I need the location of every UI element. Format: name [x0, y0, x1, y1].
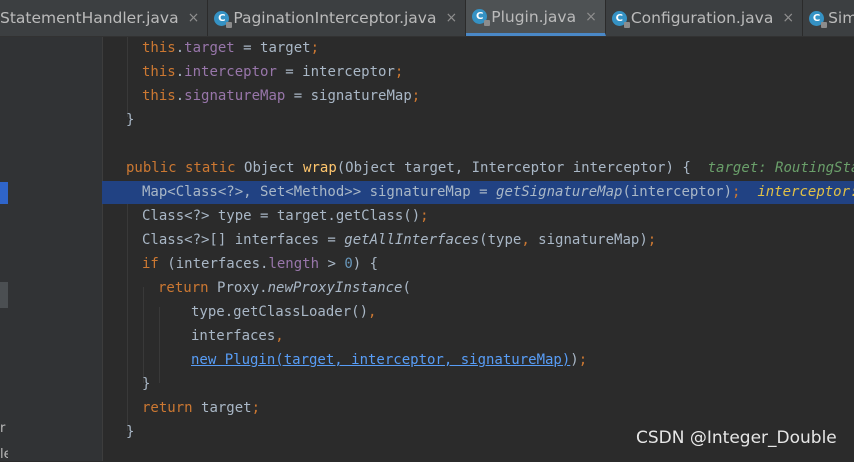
code-line[interactable]: 41 }: [102, 109, 854, 132]
tab-label: Plugin.java: [491, 7, 577, 26]
code-text: Map<Class<?>, Set<Method>> signatureMap …: [142, 181, 854, 204]
code-line[interactable]: 50 interfaces,: [102, 325, 854, 348]
code-text: this.signatureMap = signatureMap;: [142, 88, 421, 104]
tab-configuration[interactable]: C Configuration.java ×: [606, 0, 804, 36]
inline-debug-hint: target: RoutingStatementHandler: [707, 160, 854, 176]
plugin-constructor-link[interactable]: new Plugin(target, interceptor, signatur…: [191, 352, 570, 368]
code-line[interactable]: 40 this.signatureMap = signatureMap;: [102, 85, 854, 108]
tab-label: StatementHandler.java: [0, 9, 179, 27]
close-icon[interactable]: ×: [782, 10, 794, 26]
lock-icon: [623, 21, 630, 28]
code-line[interactable]: 42: [102, 133, 854, 156]
code-text: this.target = target;: [142, 40, 320, 56]
code-line[interactable]: 38 this.target = target;: [102, 37, 854, 60]
close-icon[interactable]: ×: [585, 9, 597, 25]
inline-debug-hint: interceptor: "Abs: [757, 184, 854, 200]
close-icon[interactable]: ×: [188, 10, 200, 26]
side-text: le: [0, 447, 8, 462]
java-class-icon: C: [214, 10, 233, 28]
left-tool-strip: r le: [0, 37, 8, 462]
tab-statementhandler[interactable]: StatementHandler.java ×: [0, 0, 209, 36]
code-line[interactable]: 39 this.interceptor = interceptor;: [102, 61, 854, 84]
lock-icon: [821, 21, 828, 28]
code-text: type.getClassLoader(),: [191, 304, 377, 320]
side-selection-marker: [0, 182, 8, 204]
code-text: if (interfaces.length > 0) {: [142, 256, 379, 272]
tab-label: Simp: [828, 9, 854, 27]
code-line[interactable]: 52 }: [102, 373, 854, 396]
code-line[interactable]: 49 type.getClassLoader(),: [102, 301, 854, 324]
code-text: public static Object wrap(Object target,…: [126, 157, 854, 180]
tab-plugin[interactable]: C Plugin.java ×: [466, 0, 606, 36]
code-line[interactable]: 45 Class<?> type = target.getClass();: [102, 205, 854, 228]
java-class-icon: C: [472, 9, 491, 26]
lock-icon: [226, 21, 233, 28]
tab-simple[interactable]: C Simp: [803, 0, 854, 36]
close-icon[interactable]: ×: [445, 10, 457, 26]
code-line[interactable]: 53 return target;: [102, 397, 854, 420]
java-class-icon: C: [809, 10, 828, 28]
code-text: Class<?> type = target.getClass();: [142, 208, 429, 224]
code-text: return target;: [142, 400, 261, 416]
code-text: return Proxy.newProxyInstance(: [158, 280, 411, 296]
editor-tab-bar: StatementHandler.java × C PaginationInte…: [0, 0, 854, 37]
code-text: this.interceptor = interceptor;: [142, 64, 404, 80]
code-line[interactable]: 51 new Plugin(target, interceptor, signa…: [102, 349, 854, 372]
lock-icon: [484, 20, 491, 26]
editor-gutter: [8, 37, 103, 461]
java-class-icon: C: [611, 10, 630, 28]
tab-label: Configuration.java: [630, 9, 774, 27]
code-text: }: [126, 424, 135, 440]
code-text: Class<?>[] interfaces = getAllInterfaces…: [142, 232, 657, 248]
code-line[interactable]: 48 return Proxy.newProxyInstance(: [102, 277, 854, 300]
code-editor[interactable]: 38 this.target = target; 39 this.interce…: [102, 37, 854, 461]
tab-paginationinterceptor[interactable]: C PaginationInterceptor.java ×: [208, 0, 467, 36]
side-scroll-marker: [0, 282, 8, 308]
code-text: }: [126, 112, 135, 128]
code-text: interfaces,: [191, 328, 284, 344]
side-text: r: [0, 421, 6, 436]
tab-label: PaginationInterceptor.java: [233, 9, 437, 27]
code-line[interactable]: 43 @ public static Object wrap(Object ta…: [102, 157, 854, 180]
code-text: }: [142, 376, 151, 392]
code-line[interactable]: 46 Class<?>[] interfaces = getAllInterfa…: [102, 229, 854, 252]
code-line[interactable]: 47 if (interfaces.length > 0) {: [102, 253, 854, 276]
current-execution-line[interactable]: 44 Map<Class<?>, Set<Method>> signatureM…: [102, 181, 854, 204]
code-text: new Plugin(target, interceptor, signatur…: [191, 352, 588, 368]
watermark: CSDN @Integer_Double: [636, 428, 837, 448]
